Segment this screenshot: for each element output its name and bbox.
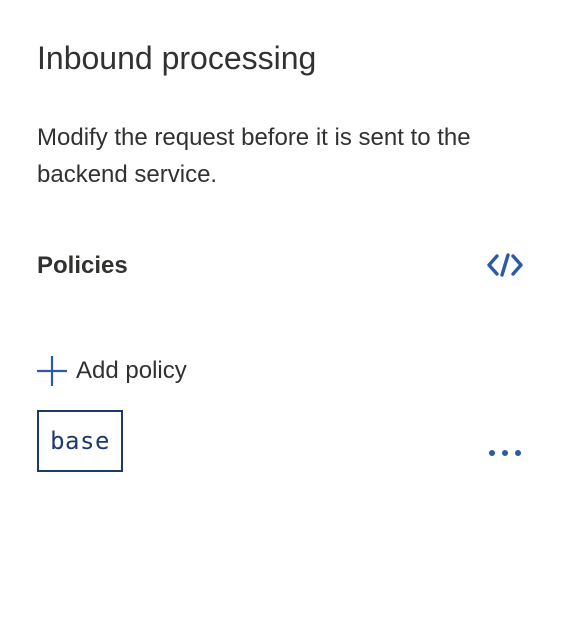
page-title: Inbound processing — [37, 40, 317, 76]
inbound-processing-panel: Inbound processing Modify the request be… — [0, 0, 586, 630]
panel-description: Modify the request before it is sent to … — [37, 124, 471, 188]
policy-chip-label: base — [50, 427, 110, 455]
add-policy-label: Add policy — [76, 357, 187, 384]
policies-heading: Policies — [37, 252, 128, 279]
add-policy-button[interactable]: Add policy — [37, 354, 187, 388]
policy-more-options-button[interactable] — [483, 438, 527, 468]
plus-icon — [37, 356, 67, 386]
policy-chip-base[interactable]: base — [37, 410, 123, 472]
code-view-button[interactable] — [483, 248, 527, 282]
ellipsis-icon — [487, 448, 523, 458]
code-icon — [487, 252, 523, 278]
